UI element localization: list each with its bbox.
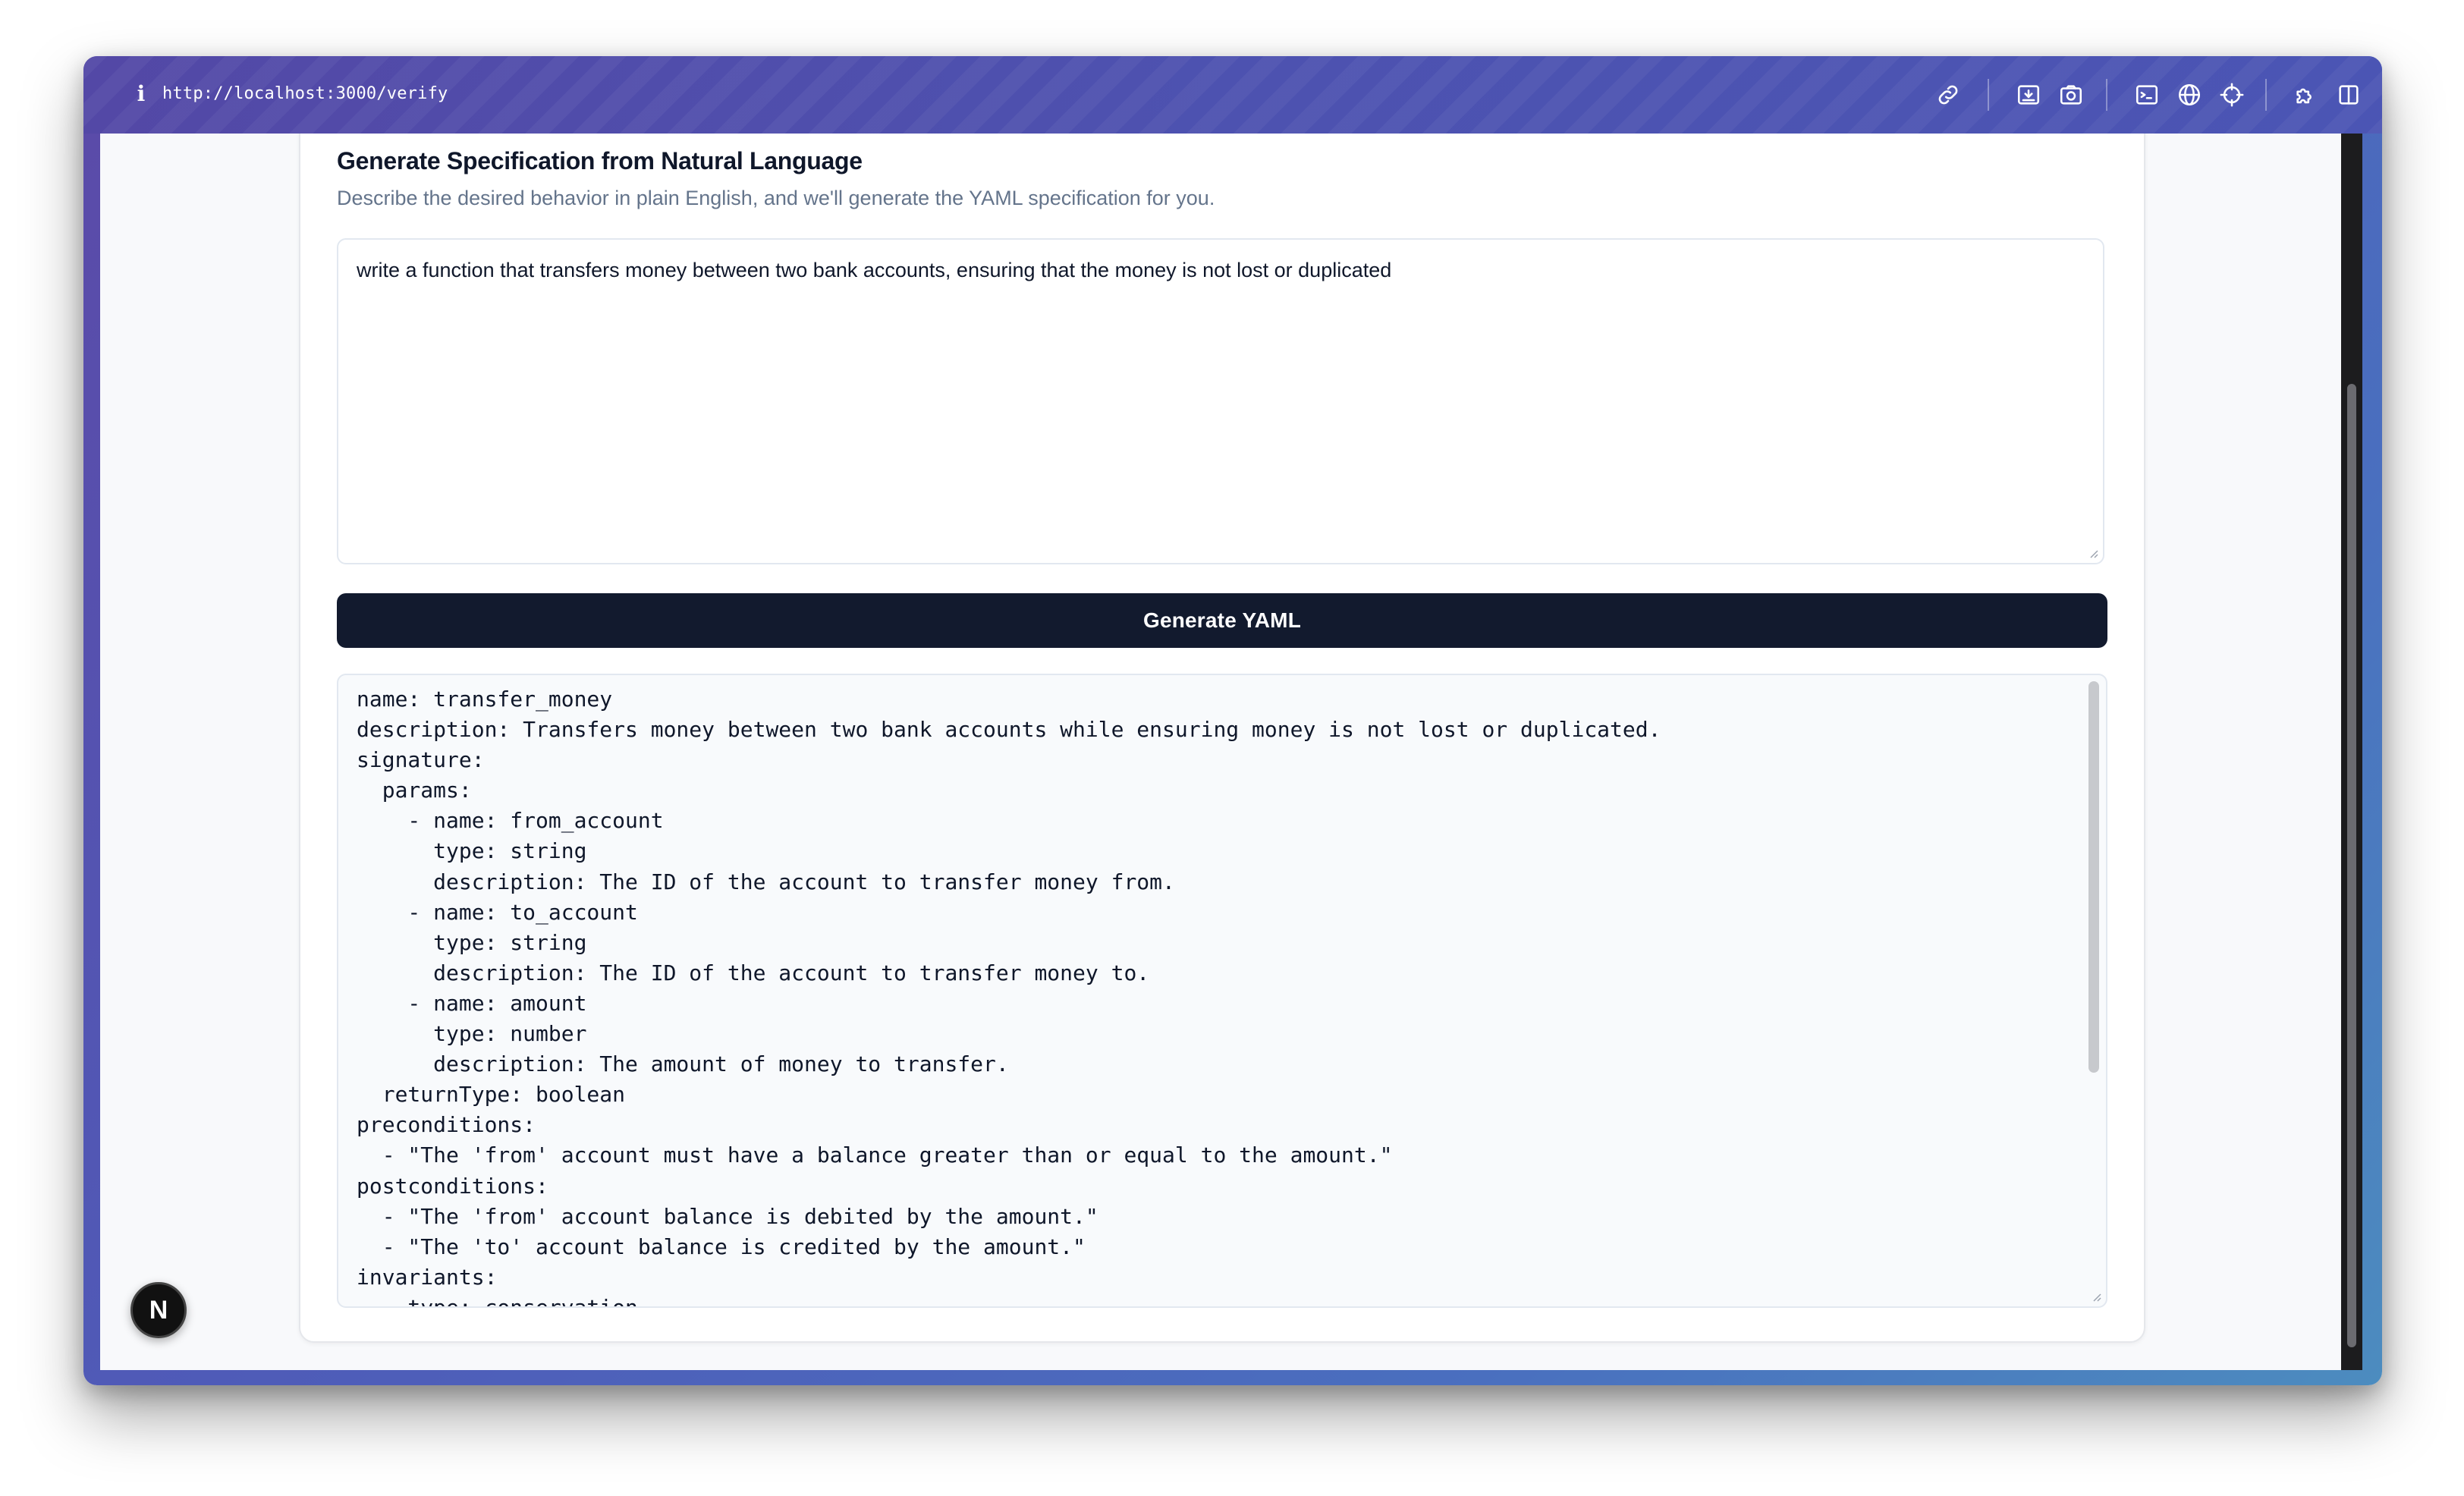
split-view-icon[interactable] (2334, 80, 2364, 110)
link-icon[interactable] (1933, 80, 1963, 110)
info-icon[interactable]: i (126, 79, 156, 109)
globe-icon[interactable] (2174, 80, 2205, 110)
terminal-icon[interactable] (2132, 80, 2162, 110)
spec-generator-card: Generate Specification from Natural Lang… (299, 134, 2145, 1343)
generate-yaml-button[interactable]: Generate YAML (337, 593, 2107, 648)
download-icon[interactable] (2013, 80, 2044, 110)
card-subtitle: Describe the desired behavior in plain E… (337, 187, 1215, 209)
resize-handle-icon[interactable] (2086, 546, 2098, 558)
card-title: Generate Specification from Natural Lang… (337, 147, 863, 174)
page-scrollbar-thumb[interactable] (2347, 384, 2356, 1347)
resize-handle-icon[interactable] (2089, 1290, 2101, 1302)
crosshair-icon[interactable] (2217, 80, 2247, 110)
browser-window: i http://localhost:3000/verify Generate … (83, 56, 2382, 1385)
toolbar-divider (2265, 79, 2267, 111)
toolbar-divider (1988, 79, 1989, 111)
textarea-value: write a function that transfers money be… (357, 259, 1392, 281)
nextjs-dev-badge[interactable]: N (130, 1282, 187, 1338)
camera-icon[interactable] (2056, 80, 2086, 110)
yaml-scrollbar-thumb[interactable] (2088, 681, 2099, 1073)
page-scrollbar[interactable] (2341, 134, 2362, 1370)
page: i http://localhost:3000/verify Generate … (0, 0, 2464, 1496)
puzzle-icon[interactable] (2291, 80, 2321, 110)
address-bar[interactable]: http://localhost:3000/verify (162, 76, 448, 112)
toolbar-divider (2106, 79, 2107, 111)
yaml-content: name: transfer_money description: Transf… (357, 687, 1661, 1308)
yaml-output-textarea[interactable]: name: transfer_money description: Transf… (337, 674, 2107, 1308)
natural-language-textarea[interactable]: write a function that transfers money be… (337, 238, 2104, 564)
page-content: Generate Specification from Natural Lang… (100, 134, 2341, 1370)
yaml-scrollbar[interactable] (2085, 681, 2101, 1302)
browser-toolbar: i http://localhost:3000/verify (83, 56, 2382, 134)
